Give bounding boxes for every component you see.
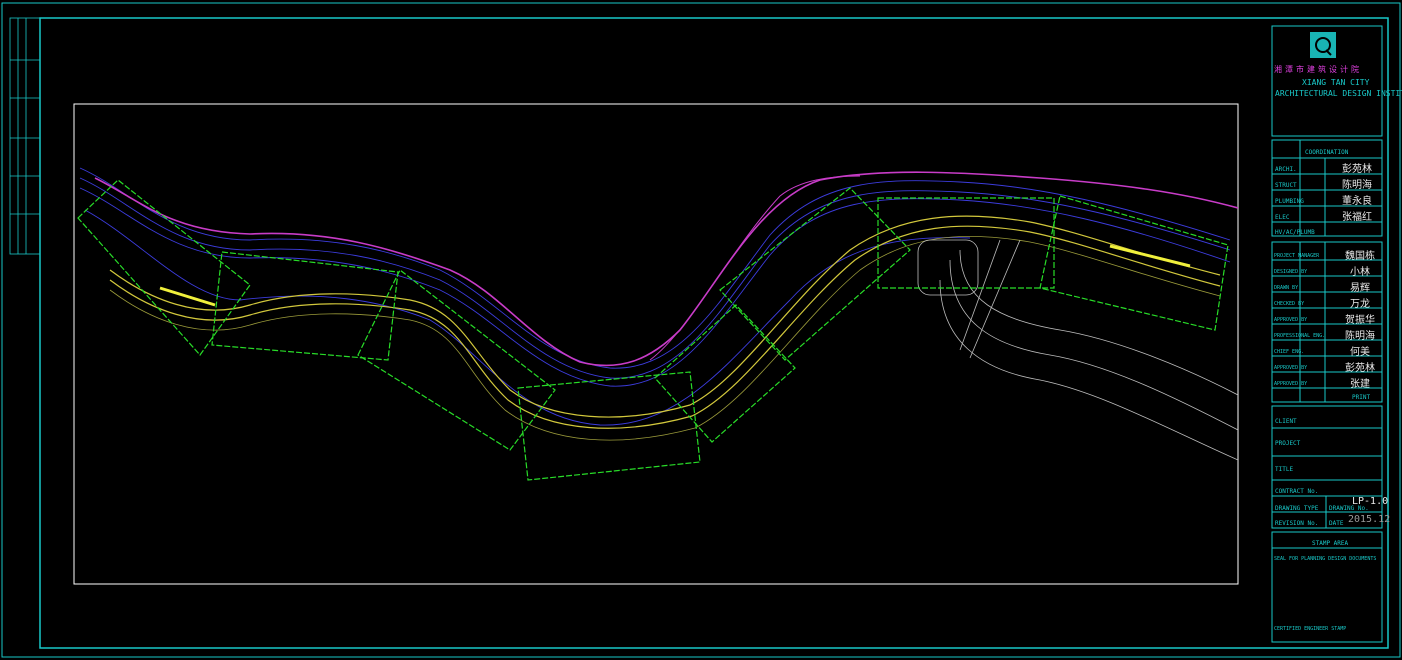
date-label: DATE	[1329, 520, 1344, 527]
personnel-signature-2: 小林	[1350, 267, 1370, 278]
personnel-signature-7: 何美	[1350, 347, 1370, 358]
institute-logo	[1310, 32, 1336, 58]
drawing-viewport	[73, 103, 1239, 585]
personnel-signature-3: 易辉	[1350, 283, 1370, 294]
drawing-date: 2015.12	[1348, 514, 1391, 525]
personnel-signature-4: 万龙	[1350, 299, 1370, 310]
personnel-label-8: APPROVED BY	[1274, 365, 1308, 371]
personnel-label-3: DRAWN BY	[1274, 285, 1299, 291]
project-label: PROJECT	[1275, 440, 1301, 447]
role-label-5: HV/AC/PLUMB	[1275, 229, 1315, 236]
river-boundary	[94, 171, 1238, 367]
role-signature-3: 董永良	[1342, 196, 1372, 207]
junction-roads	[917, 239, 1238, 461]
coordination-label: COORDINATION	[1305, 149, 1349, 156]
institute-name-cn: 湘潭市建筑设计院	[1274, 65, 1362, 74]
binding-strip	[9, 17, 41, 255]
role-label-1: ARCHI.	[1275, 166, 1297, 173]
contract-label: CONTRACT No.	[1275, 488, 1319, 495]
cad-drawing-canvas	[1, 2, 1401, 658]
institute-name-en-1: XIANG TAN CITY	[1302, 78, 1370, 87]
sheet-border	[39, 17, 1389, 649]
personnel-label-9: APPROVED BY	[1274, 381, 1308, 387]
personnel-signature-5: 贺振华	[1345, 315, 1375, 326]
role-label-3: PLUMBING	[1275, 198, 1304, 205]
role-label-4: ELEC	[1275, 214, 1290, 221]
personnel-label-1: PROJECT MANAGER	[1274, 253, 1320, 259]
client-label: CLIENT	[1275, 418, 1297, 425]
personnel-signature-6: 陈明海	[1345, 331, 1375, 342]
personnel-signature-9: 张建	[1350, 379, 1370, 390]
title-label: TITLE	[1275, 466, 1294, 473]
personnel-label-4: CHECKED BY	[1274, 301, 1305, 307]
seal-label: SEAL FOR PLANNING DESIGN DOCUMENTS	[1274, 556, 1377, 562]
print-label: PRINT	[1352, 394, 1371, 401]
detail-zones	[77, 179, 1229, 481]
revision-label: REVISION No.	[1275, 520, 1319, 527]
role-label-2: STRUCT	[1275, 182, 1297, 189]
role-signature-2: 陈明海	[1342, 180, 1372, 191]
personnel-label-6: PROFESSIONAL ENG.	[1274, 333, 1326, 339]
drawing-number: LP-1.0	[1352, 496, 1389, 507]
stamp-area-label: STAMP AREA	[1312, 540, 1349, 547]
personnel-signature-1: 魏国栋	[1345, 251, 1375, 262]
personnel-label-5: APPROVED BY	[1274, 317, 1308, 323]
personnel-signature-8: 彭苑林	[1345, 363, 1375, 374]
personnel-label-7: CHIEF ENG.	[1274, 349, 1305, 355]
role-signature-4: 张福红	[1342, 212, 1372, 223]
personnel-label-2: DESIGNED BY	[1274, 269, 1308, 275]
role-signature-1: 彭苑林	[1342, 164, 1372, 175]
institute-name-en-2: ARCHITECTURAL DESIGN INSTITUTE	[1275, 89, 1402, 98]
engineer-stamp-label: CERTIFIED ENGINEER STAMP	[1274, 626, 1347, 632]
drawing-type-label: DRAWING TYPE	[1275, 505, 1319, 512]
